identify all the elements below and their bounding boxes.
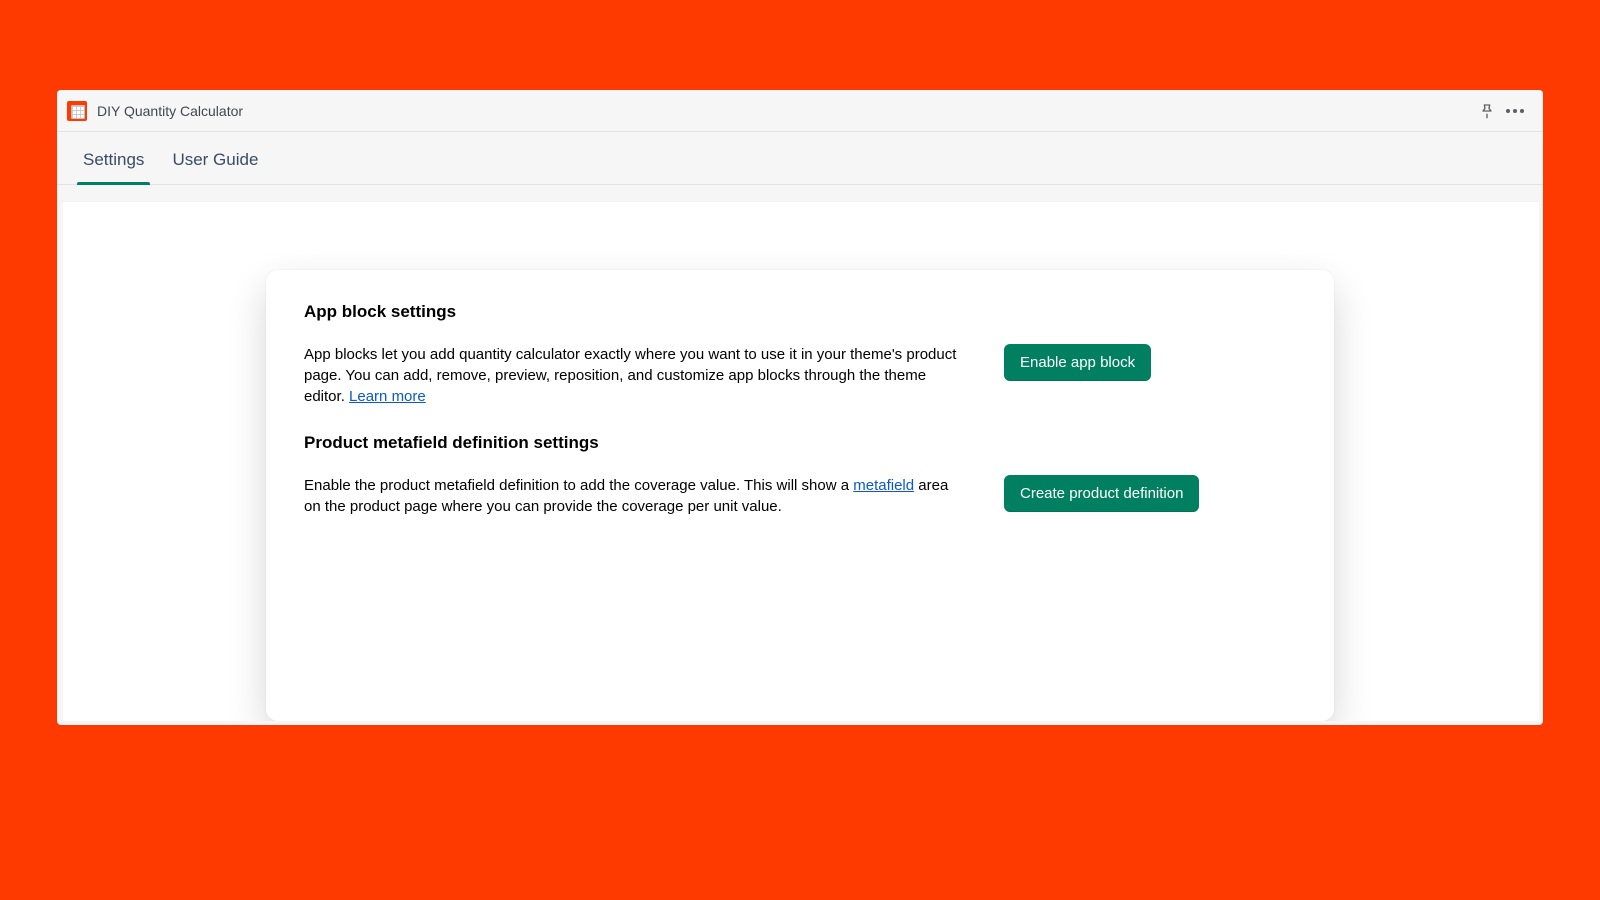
section-title-metafield: Product metafield definition settings (304, 433, 1296, 453)
pin-button[interactable] (1473, 97, 1501, 125)
enable-app-block-button[interactable]: Enable app block (1004, 344, 1151, 381)
tab-settings[interactable]: Settings (83, 150, 144, 184)
section-desc-app-block: App blocks let you add quantity calculat… (304, 344, 964, 407)
section-title-app-block: App block settings (304, 302, 1296, 322)
more-icon (1506, 109, 1524, 113)
desc-text: Enable the product metafield definition … (304, 477, 853, 494)
tab-user-guide[interactable]: User Guide (172, 150, 258, 184)
app-logo-icon (67, 101, 87, 121)
more-button[interactable] (1501, 97, 1529, 125)
app-header: DIY Quantity Calculator (57, 90, 1543, 132)
create-product-definition-button[interactable]: Create product definition (1004, 475, 1199, 512)
section-desc-metafield: Enable the product metafield definition … (304, 475, 964, 517)
tabs: Settings User Guide (57, 132, 1543, 185)
section-app-block: App block settings App blocks let you ad… (304, 302, 1296, 407)
pin-icon (1479, 103, 1495, 119)
content-area: App block settings App blocks let you ad… (61, 201, 1539, 721)
settings-card: App block settings App blocks let you ad… (266, 270, 1334, 721)
section-metafield: Product metafield definition settings En… (304, 433, 1296, 517)
learn-more-link[interactable]: Learn more (349, 388, 426, 405)
metafield-link[interactable]: metafield (853, 477, 914, 494)
app-title: DIY Quantity Calculator (97, 103, 243, 119)
app-window: DIY Quantity Calculator Settings User Gu… (57, 90, 1543, 725)
